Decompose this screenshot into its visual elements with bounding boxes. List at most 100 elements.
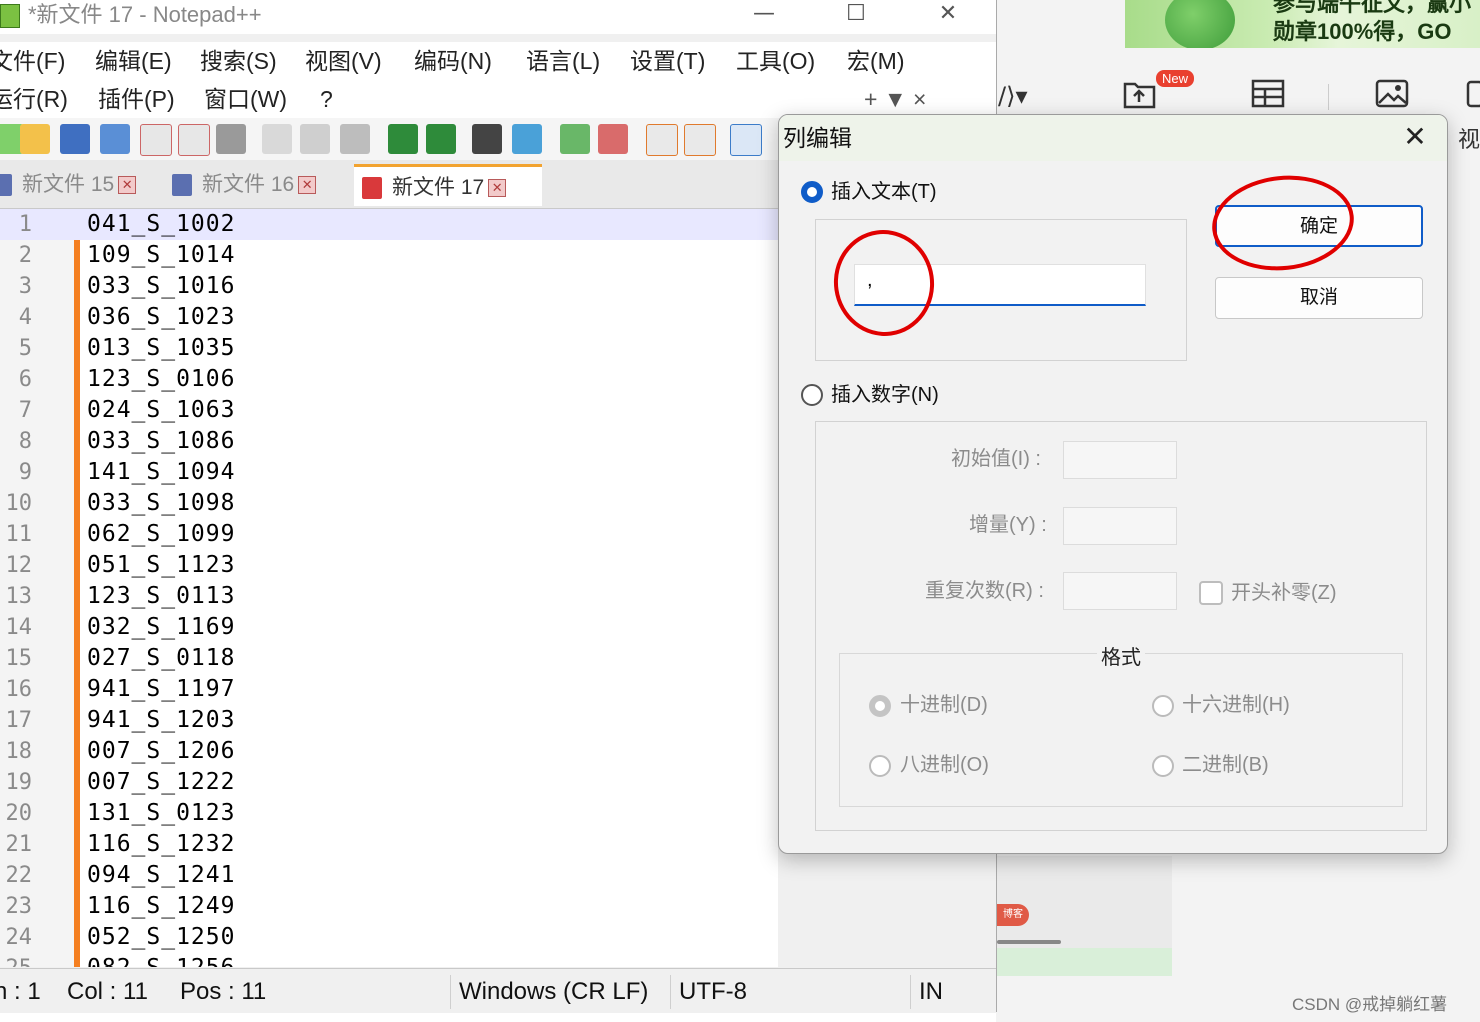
tab-close-icon[interactable]: ✕ (488, 179, 507, 198)
editor-line[interactable]: 3 033_S_1016 (0, 271, 778, 302)
status-encoding[interactable]: UTF-8 (679, 969, 747, 1015)
insert-text-label[interactable]: 插入文本(T) (831, 178, 937, 206)
editor-line[interactable]: 24 052_S_1250 (0, 922, 778, 953)
format-oct-label[interactable]: 八进制(O) (900, 751, 989, 779)
dialog-close-button[interactable]: ✕ (1397, 119, 1433, 155)
editor-line[interactable]: 21 116_S_1232 (0, 829, 778, 860)
dialog-title: 列编辑 (783, 125, 852, 151)
editor-line[interactable]: 4 036_S_1023 (0, 302, 778, 333)
status-eol[interactable]: Windows (CR LF) (459, 969, 648, 1015)
side-view-label[interactable]: 视 (1458, 122, 1480, 154)
paste-icon[interactable] (340, 124, 370, 154)
menu-search[interactable]: 搜索(S) (200, 42, 277, 80)
editor-line[interactable]: 16 941_S_1197 (0, 674, 778, 705)
cancel-button[interactable]: 取消 (1215, 277, 1423, 319)
close-file-icon[interactable] (140, 124, 172, 156)
menu-file[interactable]: 文件(F) (0, 42, 65, 80)
menu-run[interactable]: 运行(R) (0, 80, 68, 118)
sync-h-icon[interactable] (684, 124, 716, 156)
editor-line[interactable]: 6 123_S_0106 (0, 364, 778, 395)
line-text: 109_S_1014 (87, 242, 236, 268)
editor-line[interactable]: 15 027_S_0118 (0, 643, 778, 674)
line-text: 041_S_1002 (87, 211, 236, 237)
insert-text-radio[interactable] (801, 181, 823, 203)
editor-line[interactable]: 25 082_S_1256 (0, 953, 778, 967)
leading-zero-label[interactable]: 开头补零(Z) (1231, 579, 1337, 607)
undo-icon[interactable] (388, 124, 418, 154)
editor-line[interactable]: 14 032_S_1169 (0, 612, 778, 643)
leading-zero-checkbox[interactable] (1199, 581, 1223, 605)
tab-close-icon[interactable]: ✕ (298, 176, 317, 195)
image-icon[interactable] (1374, 78, 1410, 110)
menu-help[interactable]: ? (320, 80, 333, 118)
editor-line[interactable]: 17 941_S_1203 (0, 705, 778, 736)
save-icon[interactable] (60, 124, 90, 154)
editor-line[interactable]: 1 041_S_1002 (0, 209, 778, 240)
menu-view[interactable]: 视图(V) (305, 42, 382, 80)
format-bin-radio[interactable] (1152, 755, 1174, 777)
editor-line[interactable]: 5 013_S_1035 (0, 333, 778, 364)
minimize-button[interactable]: — (734, 0, 794, 30)
menu-window[interactable]: 窗口(W) (204, 80, 287, 118)
word-wrap-icon[interactable] (730, 124, 762, 156)
format-hex-radio[interactable] (1152, 695, 1174, 717)
editor-line[interactable]: 22 094_S_1241 (0, 860, 778, 891)
editor-line[interactable]: 9 141_S_1094 (0, 457, 778, 488)
increment-input[interactable] (1063, 507, 1177, 545)
open-file-icon[interactable] (20, 124, 50, 154)
more-icon[interactable] (1462, 78, 1480, 110)
sync-v-icon[interactable] (646, 124, 678, 156)
editor-line[interactable]: 13 123_S_0113 (0, 581, 778, 612)
line-text: 123_S_0106 (87, 366, 236, 392)
tab-controls[interactable]: + ▼ × (864, 80, 926, 118)
cut-icon[interactable] (262, 124, 292, 154)
save-all-icon[interactable] (100, 124, 130, 154)
editor-line[interactable]: 8 033_S_1086 (0, 426, 778, 457)
find-icon[interactable] (472, 124, 502, 154)
editor-line[interactable]: 23 116_S_1249 (0, 891, 778, 922)
menu-plugins[interactable]: 插件(P) (98, 80, 175, 118)
menu-encoding[interactable]: 编码(N) (414, 42, 492, 80)
tab-file-15[interactable]: 新文件 15 ✕ (0, 164, 162, 206)
format-dec-radio[interactable] (869, 695, 891, 717)
editor-line[interactable]: 2 109_S_1014 (0, 240, 778, 271)
replace-icon[interactable] (512, 124, 542, 154)
menu-edit[interactable]: 编辑(E) (95, 42, 172, 80)
line-number: 1 (18, 212, 32, 237)
editor-area[interactable]: 1 041_S_1002 2 109_S_1014 3 033_S_1016 4 036_S_… (0, 209, 778, 967)
format-bin-label[interactable]: 二进制(B) (1182, 751, 1269, 779)
menu-tools[interactable]: 工具(O) (736, 42, 815, 80)
tab-file-17[interactable]: 新文件 17 ✕ (354, 164, 542, 206)
repeat-input[interactable] (1063, 572, 1177, 610)
tab-file-16[interactable]: 新文件 16 ✕ (172, 164, 350, 206)
print-icon[interactable] (216, 124, 246, 154)
menu-settings[interactable]: 设置(T) (630, 42, 705, 80)
code-icon[interactable]: /⟩▾ (996, 80, 1036, 110)
editor-line[interactable]: 20 131_S_0123 (0, 798, 778, 829)
editor-line[interactable]: 11 062_S_1099 (0, 519, 778, 550)
zoom-out-icon[interactable] (598, 124, 628, 154)
table-icon[interactable] (1250, 78, 1286, 110)
promo-banner[interactable]: 参与端午征文，赢小 勋章100%得，GO (1125, 0, 1480, 48)
insert-number-radio[interactable] (801, 384, 823, 406)
editor-line[interactable]: 7 024_S_1063 (0, 395, 778, 426)
menu-macro[interactable]: 宏(M) (847, 42, 904, 80)
format-oct-radio[interactable] (869, 755, 891, 777)
redo-icon[interactable] (426, 124, 456, 154)
editor-line[interactable]: 10 033_S_1098 (0, 488, 778, 519)
initial-value-input[interactable] (1063, 441, 1177, 479)
copy-icon[interactable] (300, 124, 330, 154)
maximize-button[interactable]: ☐ (826, 0, 886, 30)
folder-upload-icon[interactable] (1122, 76, 1158, 110)
editor-line[interactable]: 19 007_S_1222 (0, 767, 778, 798)
menu-language[interactable]: 语言(L) (526, 42, 600, 80)
format-hex-label[interactable]: 十六进制(H) (1182, 691, 1290, 719)
editor-line[interactable]: 12 051_S_1123 (0, 550, 778, 581)
tab-close-icon[interactable]: ✕ (118, 176, 137, 195)
insert-number-label[interactable]: 插入数字(N) (831, 381, 939, 409)
close-window-button[interactable]: ✕ (918, 0, 978, 30)
close-all-icon[interactable] (178, 124, 210, 156)
format-dec-label[interactable]: 十进制(D) (900, 691, 988, 719)
zoom-in-icon[interactable] (560, 124, 590, 154)
editor-line[interactable]: 18 007_S_1206 (0, 736, 778, 767)
